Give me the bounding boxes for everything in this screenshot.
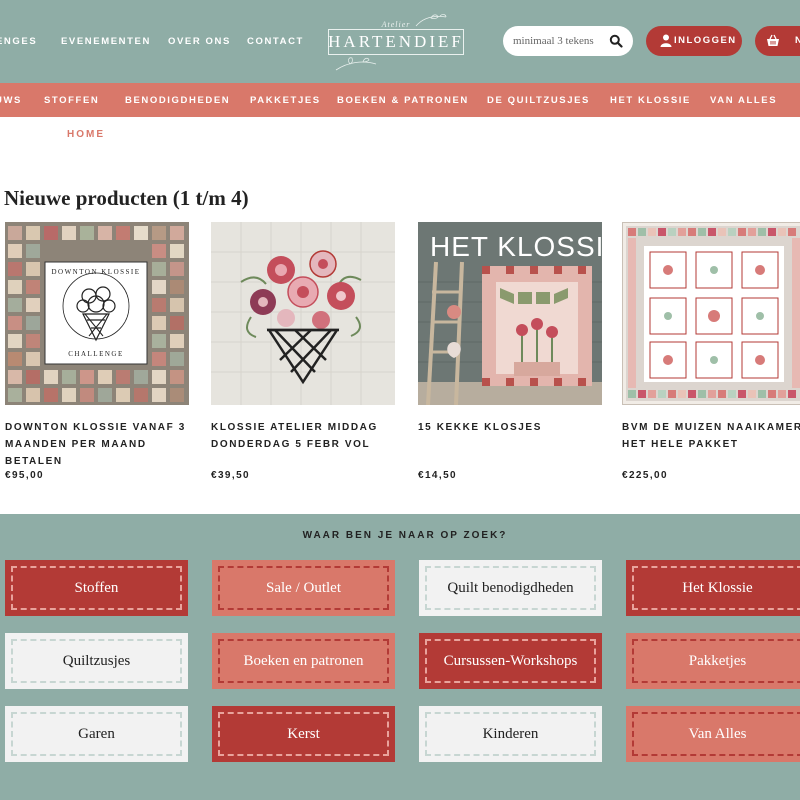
product-image[interactable]: DOWNTON KLOSSIE CHALLENGE — [5, 222, 189, 405]
tile-label: Pakketjes — [688, 653, 747, 669]
tile-pakketjes[interactable]: Pakketjes — [626, 633, 800, 689]
tile-label: Garen — [78, 726, 115, 742]
search-input[interactable] — [513, 32, 605, 50]
product-price: €14,50 — [418, 470, 457, 481]
tile-label: Cursussen-Workshops — [443, 653, 578, 669]
tile-garen[interactable]: Garen — [5, 706, 188, 762]
product-price: €95,00 — [5, 470, 44, 481]
category-item-het-klossie[interactable]: HET KLOSSIE — [610, 95, 691, 106]
product-name[interactable]: KLOSSIE ATELIER MIDDAG DONDERDAG 5 FEBR … — [211, 419, 395, 453]
breadcrumb-home[interactable]: HOME — [67, 129, 105, 140]
cart-label: N — [795, 35, 800, 46]
svg-text:HET KLOSSIE: HET KLOSSIE — [430, 231, 602, 262]
svg-text:DOWNTON KLOSSIE: DOWNTON KLOSSIE — [51, 268, 140, 276]
tile-sale-outlet[interactable]: Sale / Outlet — [212, 560, 395, 616]
logo-subtitle: Atelier — [381, 20, 411, 29]
category-item-boeken-patronen[interactable]: BOEKEN & PATRONEN — [337, 95, 469, 106]
tile-van-alles[interactable]: Van Alles — [626, 706, 800, 762]
tile-label: Quiltzusjes — [62, 653, 131, 669]
tile-label: Kerst — [287, 726, 320, 742]
search-icon[interactable] — [609, 34, 623, 48]
tile-kinderen[interactable]: Kinderen — [419, 706, 602, 762]
product-image[interactable] — [622, 222, 800, 405]
tile-label: Van Alles — [688, 726, 747, 742]
tile-quilt-benodigdheden[interactable]: Quilt benodigdheden — [419, 560, 602, 616]
category-item-pakketjes[interactable]: PAKKETJES — [250, 95, 321, 106]
category-item-nieuws[interactable]: UWS — [0, 95, 22, 106]
section-title: Nieuwe producten (1 t/m 4) — [4, 186, 249, 210]
basket-icon — [767, 34, 779, 46]
login-label: INLOGGEN — [674, 35, 737, 46]
product-image[interactable] — [211, 222, 395, 405]
tile-label: Het Klossie — [682, 580, 753, 596]
tile-het-klossie[interactable]: Het Klossie — [626, 560, 800, 616]
category-item-quiltzusjes[interactable]: DE QUILTZUSJES — [487, 95, 590, 106]
cart-button[interactable]: N — [755, 26, 800, 56]
product-image[interactable]: HET KLOSSIE — [418, 222, 602, 405]
tile-kerst[interactable]: Kerst — [212, 706, 395, 762]
nav-item-contact[interactable]: CONTACT — [247, 36, 304, 47]
product-name[interactable]: DOWNTON KLOSSIE VANAF 3 MAANDEN PER MAAN… — [5, 419, 189, 470]
category-item-benodigdheden[interactable]: BENODIGDHEDEN — [125, 95, 230, 106]
tile-stoffen[interactable]: Stoffen — [5, 560, 188, 616]
nav-item-evenementen[interactable]: EVENEMENTEN — [61, 36, 151, 47]
finder-title: WAAR BEN JE NAAR OP ZOEK? — [302, 530, 508, 541]
tile-label: Stoffen — [74, 580, 119, 596]
tile-cursussen-workshops[interactable]: Cursussen-Workshops — [419, 633, 602, 689]
tile-label: Quilt benodigdheden — [447, 580, 574, 596]
svg-text:CHALLENGE: CHALLENGE — [68, 350, 124, 358]
product-name[interactable]: BVM DE MUIZEN NAAIKAMER HET HELE PAKKET — [622, 419, 800, 453]
logo-title: HARTENDIEF — [328, 32, 464, 51]
category-finder: WAAR BEN JE NAAR OP ZOEK? Stoffen Sale /… — [0, 514, 800, 800]
user-icon — [660, 34, 672, 47]
top-bar: ENGES EVENEMENTEN OVER ONS CONTACT Ateli… — [0, 0, 800, 83]
nav-item-over-ons[interactable]: OVER ONS — [168, 36, 231, 47]
product-price: €39,50 — [211, 470, 250, 481]
tile-boeken-en-patronen[interactable]: Boeken en patronen — [212, 633, 395, 689]
tile-quiltzusjes[interactable]: Quiltzusjes — [5, 633, 188, 689]
category-item-stoffen[interactable]: STOFFEN — [44, 95, 99, 106]
site-logo[interactable]: Atelier HARTENDIEF — [328, 12, 464, 72]
tile-label: Sale / Outlet — [266, 580, 341, 596]
login-button[interactable]: INLOGGEN — [646, 26, 742, 56]
category-nav: UWS STOFFEN BENODIGDHEDEN PAKKETJES BOEK… — [0, 83, 800, 117]
category-item-van-alles[interactable]: VAN ALLES — [710, 95, 777, 106]
tile-label: Kinderen — [482, 726, 539, 742]
nav-item-cursussen[interactable]: ENGES — [0, 36, 37, 47]
product-name[interactable]: 15 KEKKE KLOSJES — [418, 419, 602, 436]
tile-label: Boeken en patronen — [243, 653, 364, 669]
search-box — [503, 26, 633, 56]
product-price: €225,00 — [622, 470, 668, 481]
